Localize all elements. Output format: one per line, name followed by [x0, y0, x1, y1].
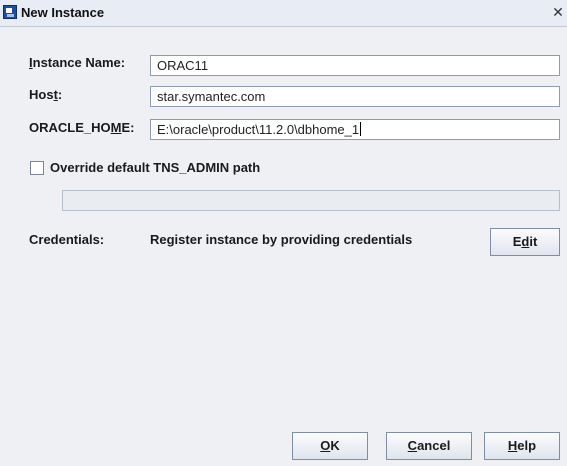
tns-admin-path-field[interactable]	[62, 190, 560, 211]
ok-button[interactable]: OK	[292, 432, 368, 460]
help-button[interactable]: Help	[484, 432, 560, 460]
oracle-home-label-text: ORACLE_HO	[29, 120, 111, 135]
oracle-home-value: E:\oracle\product\11.2.0\dbhome_1	[157, 122, 360, 137]
instance-name-label: Instance Name:	[29, 55, 125, 70]
ok-mnemonic: O	[320, 438, 331, 453]
ok-label-rest: K	[330, 438, 340, 453]
oracle-home-label-suffix: E:	[121, 120, 135, 135]
cancel-mnemonic: C	[407, 438, 418, 453]
instance-name-label-text: nstance Name:	[32, 55, 126, 70]
credentials-label: Credentials:	[29, 232, 105, 247]
app-icon	[3, 5, 17, 19]
host-label: Host:	[29, 87, 62, 102]
help-label-rest: elp	[517, 438, 537, 453]
oracle-home-label: ORACLE_HOME:	[29, 120, 134, 135]
host-label-colon: :	[57, 87, 63, 102]
instance-name-field[interactable]: ORAC11	[150, 55, 560, 76]
oracle-home-mnemonic: M	[110, 120, 122, 135]
dialog-title: New Instance	[21, 5, 105, 20]
override-tns-checkbox[interactable]	[30, 161, 44, 175]
credentials-description: Register instance by providing credentia…	[150, 232, 413, 247]
override-tns-label[interactable]: Override default TNS_ADMIN path	[50, 160, 260, 175]
text-caret	[360, 122, 362, 136]
title-bar[interactable]: New Instance ✕	[0, 0, 567, 27]
close-icon[interactable]: ✕	[551, 4, 565, 20]
cancel-button[interactable]: Cancel	[386, 432, 472, 460]
oracle-home-field[interactable]: E:\oracle\product\11.2.0\dbhome_1	[150, 119, 560, 140]
new-instance-dialog: New Instance ✕ Instance Name: ORAC11 Hos…	[0, 0, 567, 466]
help-mnemonic: H	[507, 438, 518, 453]
edit-button[interactable]: Edit	[490, 228, 560, 256]
host-field[interactable]: star.symantec.com	[150, 86, 560, 107]
host-label-text: Hos	[29, 87, 54, 102]
edit-label-suffix: it	[529, 234, 538, 249]
cancel-label-rest: ancel	[417, 438, 451, 453]
